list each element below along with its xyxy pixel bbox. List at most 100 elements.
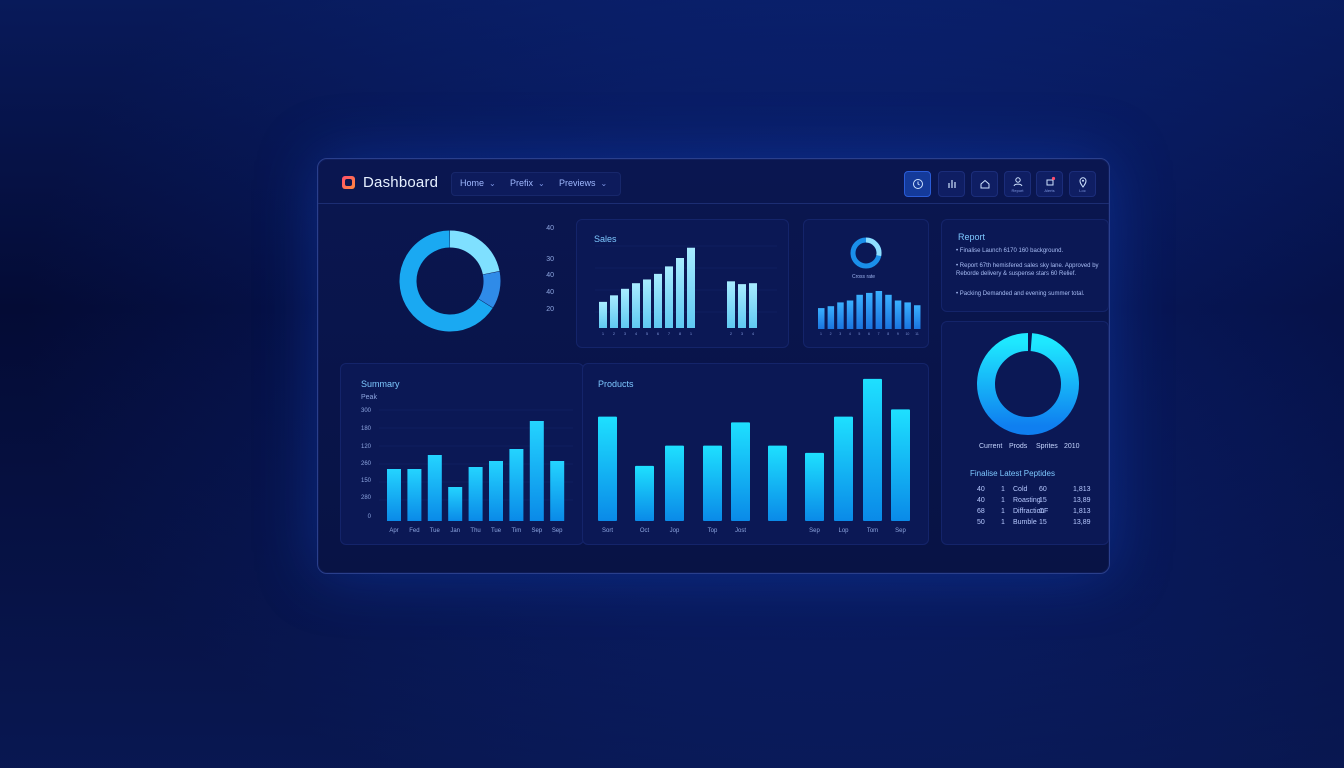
user-button[interactable]: Report xyxy=(1004,171,1031,197)
x-tick-label: Lop xyxy=(838,528,849,534)
x-tick-label: 11 xyxy=(915,332,919,336)
axis-tick-label: 30 xyxy=(546,256,554,263)
axis-tick-label: 40 xyxy=(546,272,554,279)
bar xyxy=(805,452,824,521)
table-cell: 13,89 xyxy=(1073,497,1091,504)
x-tick-label: 4 xyxy=(849,332,851,336)
x-tick-label: Tue xyxy=(430,528,441,534)
bar xyxy=(727,281,735,328)
bar xyxy=(863,378,882,521)
legend-item: 2010 xyxy=(1064,443,1080,450)
x-tick-label: 3 xyxy=(624,331,627,336)
bar xyxy=(846,300,854,329)
x-tick-label: 2 xyxy=(830,332,832,336)
y-tick-label: 180 xyxy=(361,426,372,432)
x-tick-label: 5 xyxy=(646,331,649,336)
axis-tick-label: 20 xyxy=(546,306,554,313)
nav-item-previews[interactable]: Previews ⌄ xyxy=(559,178,607,188)
dashboard-window: Dashboard Home ⌄ Prefix ⌄ Previews ⌄ Report xyxy=(317,158,1110,574)
home-button[interactable] xyxy=(971,171,998,197)
mini-card: 1 2 3 4 5 6 7 8 9 10 11 Cross rate xyxy=(803,219,929,348)
bar xyxy=(665,266,673,328)
bar-chart-icon xyxy=(947,180,956,188)
table-cell: 1 xyxy=(1001,508,1005,515)
sales-bar-chart: 1 2 3 4 5 6 7 8 1 2 3 4 xyxy=(595,245,777,336)
clock-button[interactable] xyxy=(904,171,931,197)
bullet-text: Report 67th hemisfered sales sky lane. A… xyxy=(956,263,1099,277)
bar xyxy=(509,449,524,521)
bar xyxy=(610,295,618,328)
x-tick-label: Tim xyxy=(512,528,522,534)
table-cell: 13,89 xyxy=(1073,519,1091,526)
top-bar: Dashboard Home ⌄ Prefix ⌄ Previews ⌄ Report xyxy=(318,159,1109,204)
x-tick-label: Jop xyxy=(670,528,680,534)
products-card: Products Sort Oct Jop Top Jost Sep Lop Tom Sep xyxy=(582,363,929,545)
notification-icon xyxy=(1046,176,1055,185)
x-tick-label: Sep xyxy=(895,528,906,534)
x-tick-label: 6 xyxy=(657,331,660,336)
x-tick-label: 5 xyxy=(858,332,860,336)
table-cell: 1 xyxy=(1001,519,1005,526)
bar xyxy=(489,461,503,521)
bar xyxy=(665,445,684,521)
table-cell: 68 xyxy=(977,508,985,515)
table-cell: 1 xyxy=(1001,497,1005,504)
location-button[interactable]: Loc xyxy=(1069,171,1096,197)
table-cell: 60 xyxy=(1039,486,1047,493)
x-tick-label: 1 xyxy=(690,331,693,336)
summary-card: Summary Peak 300 180 120 260 150 280 0 Apr Fed Tu… xyxy=(340,363,584,545)
bar xyxy=(827,306,835,329)
axis-tick-label: 40 xyxy=(546,225,554,232)
bar xyxy=(731,422,750,521)
nav-item-prefix[interactable]: Prefix ⌄ xyxy=(510,178,545,188)
table-cell: Roasting xyxy=(1013,497,1041,504)
y-tick-label: 300 xyxy=(361,408,372,414)
y-tick-label: 120 xyxy=(361,444,372,450)
clock-icon xyxy=(912,179,923,189)
icon-caption: Loc xyxy=(1079,187,1086,193)
legend-item: Current xyxy=(979,443,1003,450)
chevron-down-icon: ⌄ xyxy=(489,179,496,188)
bar xyxy=(891,409,910,521)
table-row: 40 1 Cold 60 1,813 xyxy=(977,486,1107,496)
table-cell: 1 xyxy=(1001,486,1005,493)
table-cell: CF xyxy=(1039,508,1049,515)
bar xyxy=(598,416,617,521)
location-pin-icon xyxy=(1078,176,1087,188)
table-cell: 40 xyxy=(977,486,985,493)
table-cell: 1,813 xyxy=(1073,486,1091,493)
y-tick-label: 280 xyxy=(361,495,372,501)
bar xyxy=(621,288,629,328)
mini-ring-highlight xyxy=(865,237,882,257)
bar xyxy=(768,445,787,521)
x-tick-label: Tom xyxy=(867,528,878,534)
table-cell: Bumble xyxy=(1013,519,1037,526)
bar xyxy=(407,469,422,521)
user-icon xyxy=(1013,176,1022,186)
x-tick-label: 3 xyxy=(741,331,744,336)
notification-button[interactable]: Alerts xyxy=(1036,171,1063,197)
table-cell: 15 xyxy=(1039,497,1047,504)
table-row: 68 1 Diffraction CF 1,813 xyxy=(977,508,1107,518)
x-tick-label: 8 xyxy=(679,331,682,336)
bar xyxy=(599,301,607,328)
bar xyxy=(550,461,565,521)
nav-item-home[interactable]: Home ⌄ xyxy=(460,178,496,188)
y-tick-label: 0 xyxy=(368,514,372,520)
icon-caption: Alerts xyxy=(1044,187,1055,193)
bar xyxy=(676,258,684,328)
chart-button[interactable] xyxy=(938,171,965,197)
donut-card: 40 30 40 40 20 xyxy=(338,219,564,346)
mini-bar-chart: 1 2 3 4 5 6 7 8 9 10 11 xyxy=(818,237,921,336)
x-tick-label: Sep xyxy=(552,528,563,534)
bar xyxy=(427,455,442,521)
report-card: Report • Finalise Launch 6170 160 backgr… xyxy=(941,219,1109,312)
bar xyxy=(738,284,746,328)
x-tick-label: 8 xyxy=(887,332,889,336)
table-cell: 50 xyxy=(977,519,985,526)
x-tick-label: Fed xyxy=(409,528,419,534)
x-tick-label: 1 xyxy=(820,332,822,336)
nav-group: Home ⌄ Prefix ⌄ Previews ⌄ xyxy=(451,172,621,196)
bar xyxy=(866,292,873,329)
legend-item: Prods xyxy=(1009,443,1028,450)
